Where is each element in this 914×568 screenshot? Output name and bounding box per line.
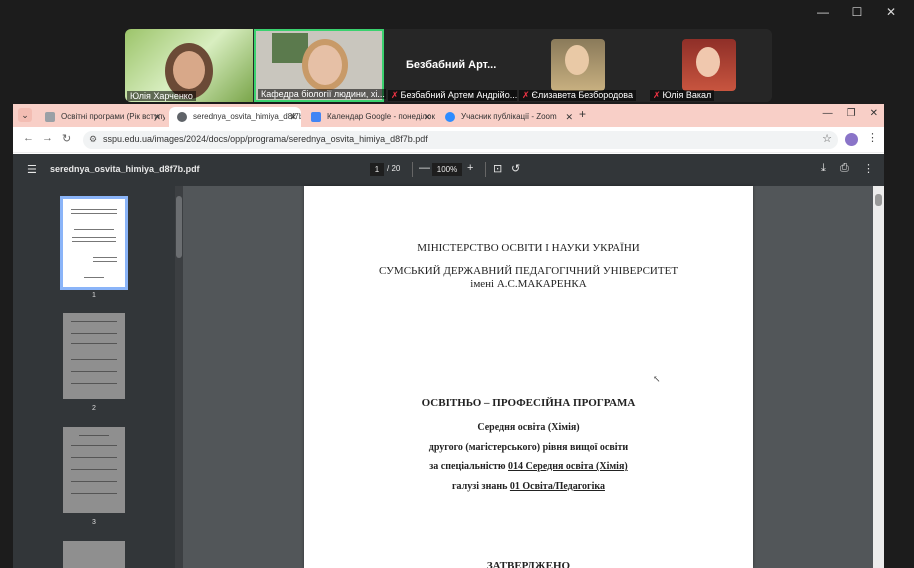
thumbnail-number: 1 <box>92 292 96 299</box>
restore-icon[interactable]: ❐ <box>847 108 856 119</box>
university-name: імені А.С.МАКАРЕНКА <box>470 278 587 290</box>
mouse-cursor-icon: ↖ <box>653 374 661 384</box>
education-level: другого (магістерського) рівня вищої осв… <box>428 442 629 453</box>
tab[interactable]: Учасник публікації - Zoom ✕ <box>437 107 577 127</box>
close-tab-icon[interactable]: ✕ <box>289 107 297 127</box>
maximize-icon[interactable]: ☐ <box>840 4 874 20</box>
field-line: галузі знань 01 Освіта/Педагогіка <box>304 481 753 492</box>
more-menu-icon[interactable]: ⋮ <box>867 131 878 144</box>
url-text: sspu.edu.ua/images/2024/docs/opp/program… <box>103 134 428 144</box>
calendar-icon <box>311 112 321 122</box>
participant-tile[interactable]: Безбабний Арт... ✗ Безбабний Артем Андрій… <box>386 29 521 102</box>
back-icon[interactable]: ← <box>23 132 34 144</box>
mic-muted-icon: ✗ <box>653 90 661 100</box>
field-prefix: галузі знань <box>452 481 510 492</box>
pdf-toolbar: ☰ serednya_osvita_himiya_d8f7b.pdf 1 / 2… <box>13 154 884 186</box>
participants-strip: Юлія Харченко Кафедра біології людини, х… <box>125 29 772 102</box>
program-title: ОСВІТНЬО – ПРОФЕСІЙНА ПРОГРАМА <box>421 397 636 409</box>
reload-icon[interactable]: ↻ <box>62 132 71 145</box>
browser-window-controls: — ❐ ✕ <box>823 108 878 119</box>
bookmark-star-icon[interactable]: ☆ <box>822 132 832 145</box>
zoom-icon <box>445 112 455 122</box>
tab[interactable]: Календар Google - понеділок ✕ <box>303 107 435 127</box>
tab-active[interactable]: serednya_osvita_himiya_d8f7b.p ✕ <box>169 107 301 127</box>
zoom-out-icon[interactable]: — <box>419 162 430 174</box>
tab-bar: ⌄ Освітні програми (Рік вступу 2 ✕ sered… <box>13 104 884 127</box>
fit-page-icon[interactable]: ⊡ <box>493 162 502 175</box>
print-icon[interactable]: ⎙ <box>840 162 849 175</box>
rotate-icon[interactable]: ↺ <box>511 162 520 175</box>
zoom-window-controls: — ☐ ✕ <box>806 4 908 20</box>
page-thumbnail[interactable] <box>63 313 125 399</box>
minimize-icon[interactable]: — <box>806 4 840 20</box>
screen: — ☐ ✕ Юлія Харченко Кафедра біології люд… <box>0 0 914 568</box>
page-number-input[interactable]: 1 <box>370 163 384 176</box>
site-info-icon[interactable]: ⚙ <box>89 134 97 145</box>
close-tab-icon[interactable]: ✕ <box>565 107 573 127</box>
page-thumbnail[interactable] <box>63 541 125 568</box>
page-total: / 20 <box>387 164 401 173</box>
close-icon[interactable]: ✕ <box>870 108 878 119</box>
page-thumbnail[interactable] <box>63 427 125 513</box>
pdf-filename: serednya_osvita_himiya_d8f7b.pdf <box>50 164 200 174</box>
participant-display-name: Безбабний Арт... <box>406 59 497 71</box>
thumbnail-number: 2 <box>92 405 96 412</box>
more-options-icon[interactable]: ⋮ <box>863 162 874 175</box>
tab-label: Освітні програми (Рік вступу 2 <box>61 112 165 121</box>
profile-avatar[interactable] <box>845 133 858 146</box>
close-tab-icon[interactable]: ✕ <box>423 107 431 127</box>
close-tab-icon[interactable]: ✕ <box>153 107 161 127</box>
tab-label: serednya_osvita_himiya_d8f7b.p <box>193 112 301 121</box>
tab-label: Календар Google - понеділок <box>327 112 435 121</box>
specialty-prefix: за спеціальністю <box>429 461 508 472</box>
participant-tile-active-speaker[interactable]: Кафедра біології людини, хі... <box>254 29 388 102</box>
zoom-input[interactable]: 100% <box>432 163 462 176</box>
menu-icon[interactable]: ☰ <box>27 163 37 176</box>
specialty: 014 Середня освіта (Хімія) <box>508 461 628 472</box>
tab[interactable]: Освітні програми (Рік вступу 2 ✕ <box>37 107 165 127</box>
address-bar: ← → ↻ ⚙ sspu.edu.ua/images/2024/docs/opp… <box>13 127 884 153</box>
new-tab-button[interactable]: + <box>579 107 586 121</box>
zoom-in-icon[interactable]: + <box>467 162 473 174</box>
participant-tile[interactable]: ✗ Єлизавета Безбородова <box>517 29 647 102</box>
sidebar-scrollbar[interactable] <box>175 186 183 568</box>
close-icon[interactable]: ✕ <box>874 4 908 20</box>
forward-icon[interactable]: → <box>42 132 53 144</box>
divider <box>412 162 413 177</box>
page-icon <box>45 112 55 122</box>
approved-heading: ЗАТВЕРДЖЕНО <box>486 560 571 568</box>
pdf-viewer: МІНІСТЕРСТВО ОСВІТИ І НАУКИ УКРАЇНИ СУМС… <box>183 186 884 568</box>
university-heading: СУМСЬКИЙ ДЕРЖАВНИЙ ПЕДАГОГІЧНИЙ УНІВЕРСИ… <box>378 265 679 277</box>
mic-muted-icon: ✗ <box>391 90 399 100</box>
specialty-line: за спеціальністю 014 Середня освіта (Хім… <box>304 461 753 472</box>
tab-label: Учасник публікації - Zoom <box>461 112 557 121</box>
page-thumbnail[interactable] <box>60 196 128 290</box>
divider <box>485 162 486 177</box>
participant-tile[interactable]: ✗ Юлія Вакал <box>648 29 772 102</box>
thumbnail-number: 3 <box>92 519 96 526</box>
browser-window: ⌄ Освітні програми (Рік вступу 2 ✕ sered… <box>13 104 884 568</box>
pdf-page: МІНІСТЕРСТВО ОСВІТИ І НАУКИ УКРАЇНИ СУМС… <box>304 186 753 568</box>
viewer-scrollbar[interactable] <box>873 186 884 568</box>
minimize-icon[interactable]: — <box>823 108 833 119</box>
thumbnail-sidebar: 1 2 3 <box>13 186 183 568</box>
participant-tile[interactable]: Юлія Харченко <box>125 29 253 102</box>
participant-name: Безбабний Артем Андрійо... <box>400 90 518 100</box>
download-icon[interactable]: ⤓ <box>821 162 826 175</box>
participant-name: Юлія Вакал <box>662 90 712 100</box>
tab-search-icon[interactable]: ⌄ <box>18 108 32 122</box>
mic-muted-icon: ✗ <box>522 90 530 100</box>
url-input[interactable]: ⚙ sspu.edu.ua/images/2024/docs/opp/progr… <box>83 131 838 149</box>
ministry-heading: МІНІСТЕРСТВО ОСВІТИ І НАУКИ УКРАЇНИ <box>417 242 640 254</box>
program-name: Середня освіта (Хімія) <box>477 422 580 433</box>
field: 01 Освіта/Педагогіка <box>509 481 605 492</box>
globe-icon <box>177 112 187 122</box>
participant-name: Юлія Харченко <box>127 91 196 101</box>
participant-name: Єлизавета Безбородова <box>531 90 633 100</box>
participant-name: Кафедра біології людини, хі... <box>258 89 388 99</box>
